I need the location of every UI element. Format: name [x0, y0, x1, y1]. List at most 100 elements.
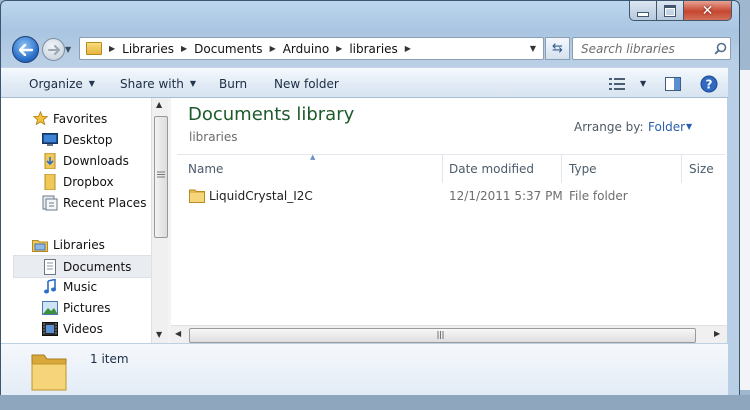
sidebar-favorites-header[interactable]: Favorites: [31, 108, 151, 129]
search-box[interactable]: [572, 37, 731, 60]
star-icon: [31, 111, 49, 127]
column-header-type[interactable]: Type: [569, 157, 679, 181]
column-divider[interactable]: [442, 155, 443, 183]
scroll-left-icon[interactable]: ◀: [175, 329, 181, 338]
sidebar-item-documents[interactable]: Documents: [13, 255, 153, 278]
scrollbar-thumb[interactable]: [154, 116, 168, 238]
desktop-icon: [41, 132, 59, 148]
column-header-size[interactable]: Size: [689, 157, 725, 181]
navigation-pane-scrollbar[interactable]: ▲ ▼: [151, 98, 168, 343]
search-input[interactable]: [573, 40, 713, 57]
close-icon: ✕: [701, 2, 714, 19]
sidebar-item-music[interactable]: Music: [41, 276, 151, 297]
help-button[interactable]: ?: [700, 68, 718, 99]
refresh-button[interactable]: ⇆: [545, 37, 570, 60]
sidebar-item-label: Videos: [63, 321, 103, 336]
breadcrumb-separator-icon[interactable]: ▶: [336, 44, 342, 53]
sidebar-item-videos[interactable]: Videos: [41, 318, 151, 339]
refresh-icon: ⇆: [552, 41, 563, 56]
chevron-down-icon: ▼: [640, 79, 647, 88]
maximize-button[interactable]: [657, 1, 684, 21]
dropbox-folder-icon: [41, 173, 59, 190]
sidebar-item-pictures[interactable]: Pictures: [41, 297, 151, 318]
help-icon: ?: [700, 75, 718, 92]
breadcrumb-documents[interactable]: Documents: [194, 38, 262, 59]
chevron-down-icon: ▼: [189, 79, 197, 88]
preview-pane-icon: [665, 76, 681, 91]
sidebar-item-dropbox[interactable]: Dropbox: [41, 171, 151, 192]
desktop-background: [0, 395, 750, 410]
scroll-down-icon[interactable]: ▼: [156, 330, 162, 339]
share-with-button[interactable]: Share with ▼: [120, 68, 196, 99]
videos-icon: [41, 321, 59, 337]
details-pane: 1 item: [1, 343, 728, 395]
preview-pane-button[interactable]: [665, 68, 681, 99]
sidebar-item-desktop[interactable]: Desktop: [41, 129, 151, 150]
close-button[interactable]: ✕: [684, 1, 732, 21]
scroll-up-icon[interactable]: ▲: [156, 100, 162, 109]
grip-icon: [437, 331, 444, 339]
address-bar[interactable]: ▶ Libraries ▶ Documents ▶ Arduino ▶ libr…: [79, 37, 544, 60]
burn-button[interactable]: Burn: [219, 68, 247, 99]
breadcrumb-separator-icon[interactable]: ▶: [181, 44, 187, 53]
column-header-date-modified[interactable]: Date modified: [449, 157, 559, 181]
downloads-folder-icon: [41, 152, 59, 169]
change-view-button[interactable]: [609, 68, 625, 99]
minimize-button[interactable]: [629, 1, 657, 21]
sidebar-item-label: Desktop: [63, 132, 113, 147]
column-label: Type: [569, 162, 597, 176]
column-label: Size: [689, 162, 714, 176]
folder-icon: [189, 188, 205, 206]
sidebar-item-label: Downloads: [63, 153, 129, 168]
search-icon[interactable]: [713, 42, 727, 56]
new-folder-label: New folder: [274, 76, 339, 91]
scroll-right-icon[interactable]: ▶: [714, 329, 720, 338]
column-divider[interactable]: [681, 155, 682, 183]
address-dropdown[interactable]: ▼: [522, 37, 544, 60]
scrollbar-thumb[interactable]: [189, 328, 696, 343]
horizontal-scrollbar[interactable]: ◀ ▶: [171, 325, 727, 343]
column-divider[interactable]: [561, 155, 562, 183]
arrow-left-icon: [18, 43, 33, 56]
sidebar-item-label: Pictures: [63, 300, 111, 315]
navigation-pane: Favorites Desktop Downloads Dropbox Rece…: [1, 98, 153, 343]
item-count: 1 item: [90, 352, 129, 366]
sidebar-item-label: Recent Places: [63, 195, 147, 210]
breadcrumb-libraries[interactable]: Libraries: [122, 38, 174, 59]
share-with-label: Share with: [120, 76, 184, 91]
table-row[interactable]: LiquidCrystal_I2C 12/1/2011 5:37 PM File…: [182, 185, 712, 206]
arrange-by-label: Arrange by:: [574, 120, 644, 134]
sidebar-libraries-header[interactable]: Libraries: [31, 234, 151, 255]
libraries-icon: [31, 237, 49, 253]
chevron-down-icon[interactable]: ▼: [686, 122, 692, 131]
sidebar-item-label: Documents: [63, 259, 132, 274]
sidebar-item-label: Music: [63, 279, 98, 294]
breadcrumb-separator-icon[interactable]: ▶: [270, 44, 276, 53]
organize-button[interactable]: Organize ▼: [29, 68, 95, 99]
new-folder-button[interactable]: New folder: [274, 68, 339, 99]
view-options-dropdown[interactable]: ▼: [634, 68, 646, 99]
breadcrumb-separator-icon[interactable]: ▶: [109, 44, 115, 53]
file-name[interactable]: LiquidCrystal_I2C: [209, 189, 313, 203]
burn-label: Burn: [219, 76, 248, 91]
recent-places-icon: [41, 195, 59, 211]
arrange-by-dropdown[interactable]: Folder: [648, 120, 685, 134]
sidebar-item-recent-places[interactable]: Recent Places: [41, 192, 151, 213]
file-date-modified: 12/1/2011 5:37 PM: [449, 188, 563, 203]
breadcrumb-separator-icon[interactable]: ▶: [405, 44, 411, 53]
minimize-icon: [637, 12, 649, 17]
breadcrumb-libraries-folder[interactable]: libraries: [349, 38, 397, 59]
breadcrumb-arduino[interactable]: Arduino: [283, 38, 329, 59]
arrow-right-icon: [47, 44, 60, 55]
recent-pages-dropdown[interactable]: ▼: [65, 45, 75, 55]
file-list-pane: Documents library libraries Arrange by: …: [171, 98, 727, 343]
forward-button[interactable]: [42, 38, 65, 61]
back-button[interactable]: [12, 36, 39, 63]
column-label: Name: [188, 162, 224, 176]
column-header-name[interactable]: Name: [188, 157, 438, 181]
svg-text:?: ?: [706, 77, 713, 91]
music-icon: [41, 278, 59, 295]
sidebar-item-downloads[interactable]: Downloads: [41, 150, 151, 171]
column-label: Date modified: [449, 162, 535, 176]
sidebar-item-label: Dropbox: [63, 174, 114, 189]
